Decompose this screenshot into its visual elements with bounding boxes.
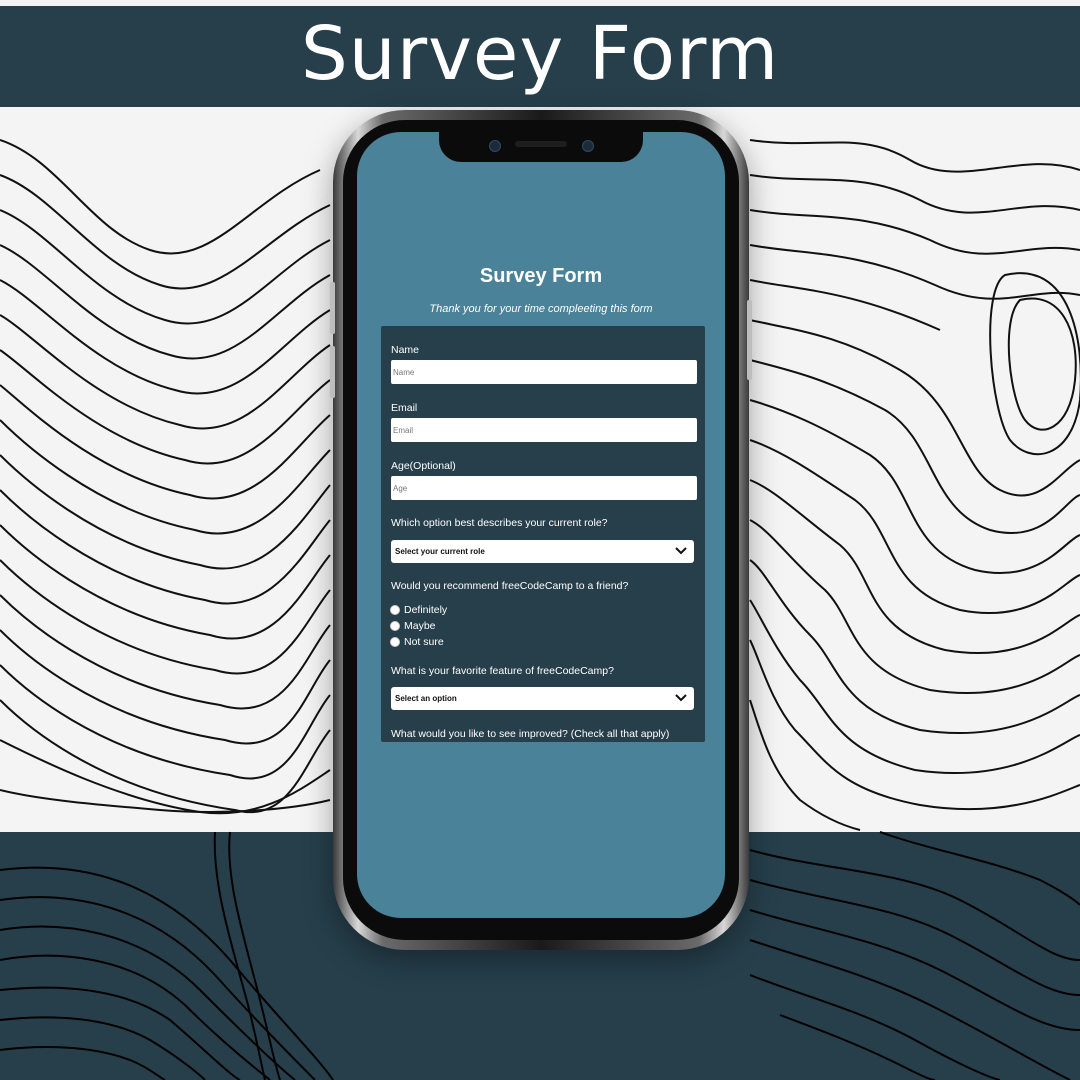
phone-side-button [330,346,335,398]
role-select[interactable]: Select your current role [391,540,694,563]
email-input[interactable] [391,418,697,442]
chevron-down-icon [675,547,687,555]
name-label: Name [391,344,420,356]
chevron-down-icon [675,694,687,702]
camera-icon [582,140,594,152]
radio-option-maybe[interactable]: Maybe [390,620,436,632]
recommend-label: Would you recommend freeCodeCamp to a fr… [391,580,629,592]
phone-screen: Survey Form Thank you for your time comp… [357,132,725,918]
phone-power-button [747,300,752,380]
feature-label: What is your favorite feature of freeCod… [391,665,614,677]
phone-side-button [330,282,335,334]
camera-icon [489,140,501,152]
page-title: Survey Form [300,10,780,97]
radio-label: Definitely [404,604,448,616]
form-title: Survey Form [479,265,603,287]
survey-form: Name Email Age(Optional) Which option be… [381,326,705,742]
radio-button[interactable] [390,621,400,631]
feature-select[interactable]: Select an option [391,687,694,710]
role-label: Which option best describes your current… [391,517,608,529]
age-input[interactable] [391,476,697,500]
role-select-value: Select your current role [395,547,485,556]
name-input[interactable] [391,360,697,384]
form-subtitle: Thank you for your time compleeting this… [429,303,653,315]
radio-label: Not sure [404,636,444,648]
improve-label: What would you like to see improved? (Ch… [391,728,670,740]
speaker-grille [515,141,567,147]
radio-button[interactable] [390,605,400,615]
feature-select-value: Select an option [395,694,457,703]
phone-notch [439,132,643,162]
radio-button[interactable] [390,637,400,647]
radio-option-definitely[interactable]: Definitely [390,604,447,616]
email-label: Email [391,402,418,414]
radio-label: Maybe [404,620,436,632]
radio-option-not-sure[interactable]: Not sure [390,636,444,648]
phone-mockup: Survey Form Thank you for your time comp… [330,110,752,950]
page-title-banner: Survey Form [0,6,1080,107]
age-label: Age(Optional) [391,460,456,472]
